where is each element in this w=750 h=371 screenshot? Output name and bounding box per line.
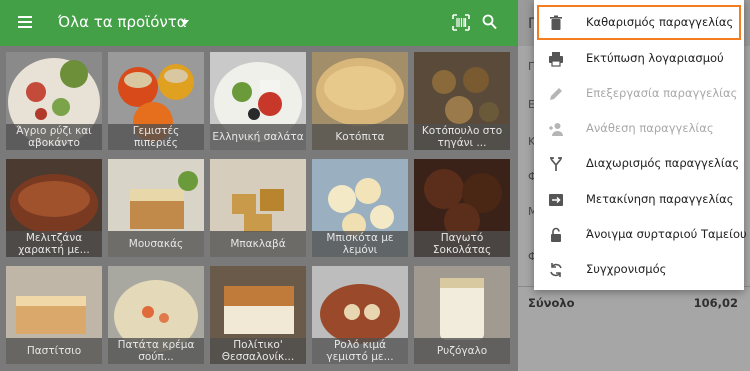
product-label: Ρολό κιμά γεμιστό με...: [312, 338, 408, 364]
product-label: Ελληνική σαλάτα: [210, 124, 306, 150]
menu-item-label: Ανάθεση παραγγελίας: [586, 121, 714, 135]
product-tile[interactable]: Παγωτό Σοκολάτας: [414, 159, 510, 257]
unlock-icon: [551, 227, 561, 242]
product-label: Κοτόπιτα: [312, 124, 408, 150]
chevron-down-icon[interactable]: [181, 20, 189, 25]
order-actions-menu: Καθαρισμός παραγγελίας Εκτύπωση λογαριασ…: [534, 0, 747, 290]
product-label: Μελιτζάνα χαρακτή με...: [6, 231, 102, 257]
product-tile[interactable]: Μπακλαβά: [210, 159, 306, 257]
menu-item-label: Διαχωρισμός παραγγελίας: [586, 156, 740, 170]
product-tile[interactable]: Ελληνική σαλάτα: [210, 52, 306, 150]
product-tile[interactable]: Μελιτζάνα χαρακτή με...: [6, 159, 102, 257]
category-title[interactable]: Όλα τα προϊόντα: [58, 13, 187, 31]
product-tile[interactable]: Μπισκότα με λεμόνι: [312, 159, 408, 257]
product-tile[interactable]: Μουσακάς: [108, 159, 204, 257]
assign-person-icon: [549, 123, 563, 136]
product-tile[interactable]: Γεμιστές πιπεριές: [108, 52, 204, 150]
product-tile[interactable]: Ρολό κιμά γεμιστό με...: [312, 266, 408, 364]
menu-icon[interactable]: [18, 16, 32, 28]
total-value: 106,02: [693, 296, 738, 310]
product-label: Πατάτα κρέμα σούπ...: [108, 338, 204, 364]
product-label: Παστίτσιο: [6, 338, 102, 364]
menu-item-sync[interactable]: Συγχρονισμός: [534, 252, 744, 287]
product-tile[interactable]: Κοτόπιτα: [312, 52, 408, 150]
menu-item-label: Καθαρισμός παραγγελίας: [586, 15, 734, 29]
printer-icon: [549, 52, 563, 67]
split-icon: [550, 157, 562, 171]
product-tile[interactable]: Πολίτικο' Θεσσαλονίκ...: [210, 266, 306, 364]
menu-item-assign-order: Ανάθεση παραγγελίας: [534, 111, 744, 146]
barcode-icon[interactable]: [452, 14, 470, 31]
product-tile[interactable]: Κοτόπουλο στο τηγάνι ...: [414, 52, 510, 150]
product-label: Μουσακάς: [108, 231, 204, 257]
menu-item-label: Εκτύπωση λογαριασμού: [586, 51, 724, 65]
menu-item-move-order[interactable]: Μετακίνηση παραγγελίας: [534, 182, 744, 217]
product-label: Πολίτικο' Θεσσαλονίκ...: [210, 338, 306, 364]
product-tile[interactable]: Πατάτα κρέμα σούπ...: [108, 266, 204, 364]
menu-item-print-bill[interactable]: Εκτύπωση λογαριασμού: [534, 41, 744, 76]
sync-icon: [550, 263, 562, 277]
product-grid: Άγριο ρύζι και αβοκάντο Γεμιστές πιπεριέ…: [0, 46, 518, 371]
pos-app: Όλα τα προϊόντα Άγριο ρύζι και αβοκάντο: [0, 0, 750, 371]
product-tile[interactable]: Παστίτσιο: [6, 266, 102, 364]
menu-item-clear-order[interactable]: Καθαρισμός παραγγελίας: [537, 5, 741, 40]
pencil-icon: [550, 88, 562, 100]
search-icon[interactable]: [482, 14, 497, 30]
product-label: Παγωτό Σοκολάτας: [414, 231, 510, 257]
product-label: Κοτόπουλο στο τηγάνι ...: [414, 124, 510, 150]
product-tile[interactable]: Ρυζόγαλο: [414, 266, 510, 364]
menu-item-label: Άνοιγμα συρταριού Ταμείου: [586, 227, 747, 241]
move-icon: [549, 194, 563, 206]
menu-item-label: Μετακίνηση παραγγελίας: [586, 192, 734, 206]
product-label: Μπακλαβά: [210, 231, 306, 257]
product-label: Μπισκότα με λεμόνι: [312, 231, 408, 257]
menu-item-label: Συγχρονισμός: [586, 262, 667, 276]
product-label: Άγριο ρύζι και αβοκάντο: [6, 124, 102, 150]
trash-icon: [550, 15, 562, 30]
top-bar: Όλα τα προϊόντα: [0, 0, 518, 46]
product-label: Γεμιστές πιπεριές: [108, 124, 204, 150]
product-tile[interactable]: Άγριο ρύζι και αβοκάντο: [6, 52, 102, 150]
product-label: Ρυζόγαλο: [414, 338, 510, 364]
menu-item-label: Επεξεργασία παραγγελίας: [586, 86, 738, 100]
menu-item-open-cash-drawer[interactable]: Άνοιγμα συρταριού Ταμείου: [534, 217, 747, 252]
menu-item-split-order[interactable]: Διαχωρισμός παραγγελίας: [534, 146, 744, 181]
total-label: Σύνολο: [528, 296, 575, 310]
menu-item-edit-order: Επεξεργασία παραγγελίας: [534, 76, 744, 111]
